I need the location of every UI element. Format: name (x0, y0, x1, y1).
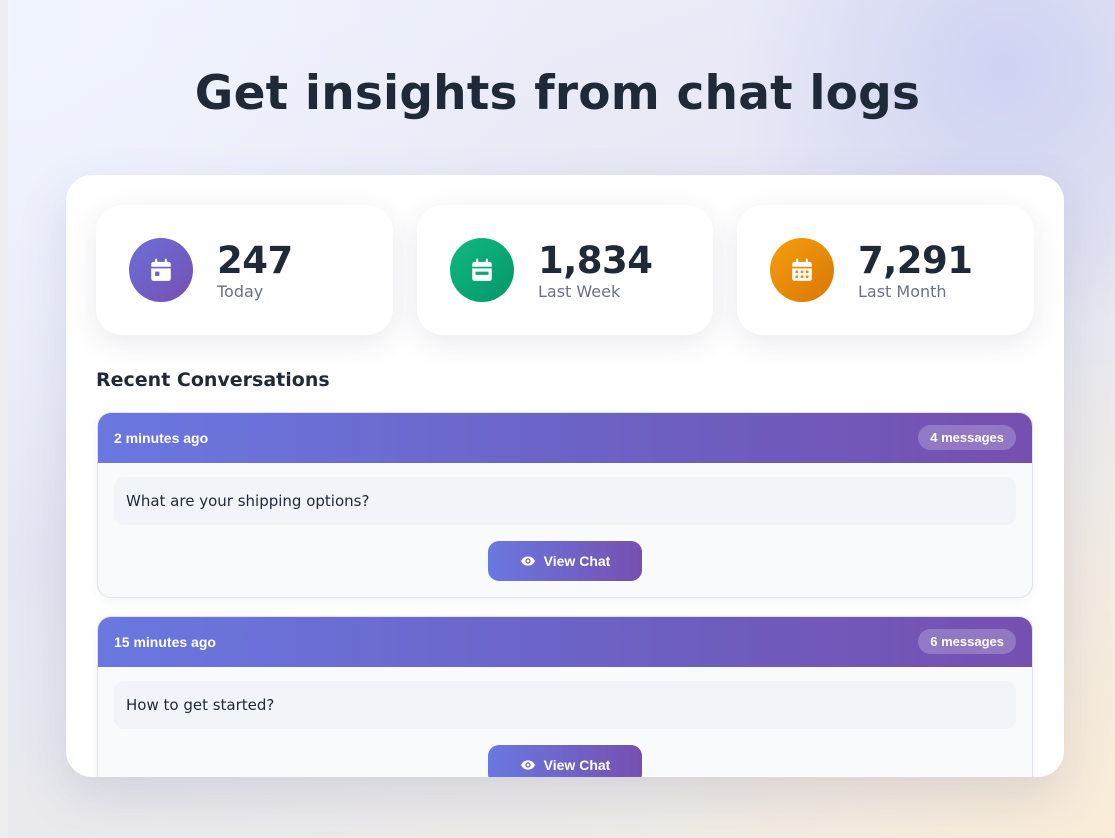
eye-icon (520, 760, 535, 770)
stat-value: 247 (217, 239, 293, 282)
message-count-badge: 4 messages (918, 425, 1016, 450)
stats-row: 247 Today 1,834 Last Week 7,291 Last Mon… (96, 205, 1034, 335)
stat-label: Today (217, 282, 264, 301)
calendar-day-icon (129, 238, 193, 302)
page-title: Get insights from chat logs (194, 66, 921, 121)
view-chat-button[interactable]: View Chat (488, 541, 642, 581)
message-count-badge: 6 messages (918, 629, 1016, 654)
stat-card-last-month: 7,291 Last Month (737, 205, 1034, 335)
stat-label: Last Week (538, 282, 621, 301)
view-chat-label: View Chat (543, 757, 611, 773)
conversation-card: 2 minutes ago 4 messages What are your s… (97, 412, 1033, 598)
calendar-week-icon (450, 238, 514, 302)
insights-panel: 247 Today 1,834 Last Week 7,291 Last Mon… (66, 175, 1064, 777)
stat-value: 7,291 (858, 239, 973, 282)
conversation-preview: How to get started? (114, 681, 1016, 729)
eye-icon (520, 556, 535, 566)
stat-label: Last Month (858, 282, 947, 301)
stat-value: 1,834 (538, 239, 653, 282)
view-chat-label: View Chat (543, 553, 611, 569)
stat-card-last-week: 1,834 Last Week (417, 205, 713, 335)
conversation-preview: What are your shipping options? (114, 477, 1016, 525)
calendar-month-icon (770, 238, 834, 302)
conversation-header: 15 minutes ago 6 messages (98, 617, 1032, 667)
conversation-time: 2 minutes ago (114, 430, 209, 446)
stat-card-today: 247 Today (96, 205, 393, 335)
conversation-card: 15 minutes ago 6 messages How to get sta… (97, 616, 1033, 777)
view-chat-button[interactable]: View Chat (488, 745, 642, 777)
conversation-header: 2 minutes ago 4 messages (98, 413, 1032, 463)
conversation-time: 15 minutes ago (114, 634, 216, 650)
recent-conversations-title: Recent Conversations (96, 369, 330, 391)
